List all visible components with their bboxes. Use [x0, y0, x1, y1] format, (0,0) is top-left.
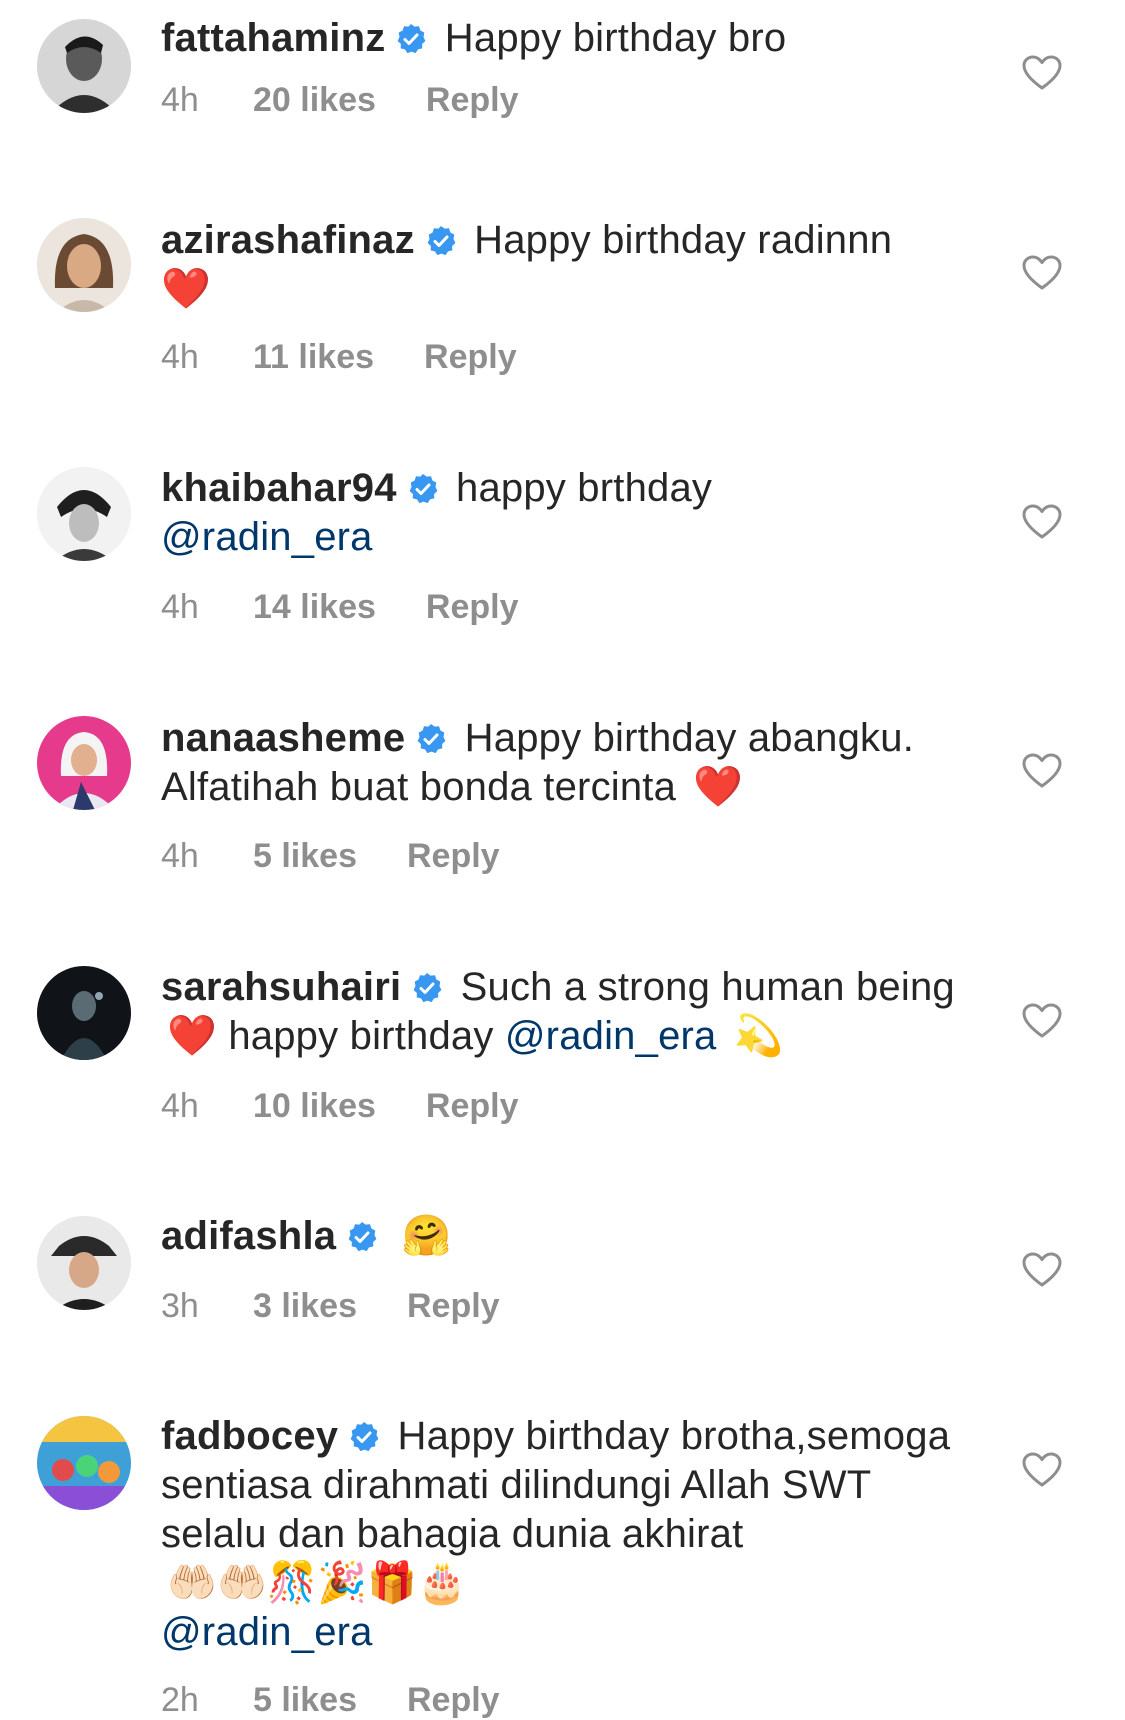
heart-outline-icon[interactable]: [1022, 1452, 1062, 1488]
avatar[interactable]: [37, 716, 131, 810]
heart-emoji: ❤️: [693, 765, 744, 809]
comment-text-continued: happy birthday: [228, 1014, 494, 1058]
reply-button[interactable]: Reply: [424, 337, 517, 377]
comment-likes[interactable]: 10 likes: [253, 1086, 376, 1126]
reply-button[interactable]: Reply: [407, 1680, 500, 1720]
comment-time: 2h: [161, 1681, 199, 1719]
comment-username[interactable]: adifashla: [161, 1214, 336, 1258]
avatar-image: [37, 19, 131, 113]
verified-badge-icon: [346, 1221, 378, 1253]
comment-username[interactable]: fattahaminz: [161, 16, 385, 60]
verified-badge-icon: [395, 23, 427, 55]
comment-time: 4h: [161, 1087, 199, 1125]
comments-list: fattahaminz Happy birthday bro 4h 20 like…: [0, 0, 1125, 1720]
avatar-image: [37, 966, 131, 1060]
reply-button[interactable]: Reply: [426, 587, 519, 627]
avatar[interactable]: [37, 1216, 131, 1310]
heart-outline-icon[interactable]: [1022, 255, 1062, 291]
heart-outline-icon[interactable]: [1022, 55, 1062, 91]
avatar[interactable]: [37, 218, 131, 312]
comment-likes[interactable]: 20 likes: [253, 80, 376, 120]
reply-button[interactable]: Reply: [426, 1086, 519, 1126]
reply-button[interactable]: Reply: [426, 80, 519, 120]
celebration-emojis: 🤲🏻🤲🏻🎊🎉🎁🎂: [167, 1561, 468, 1605]
comment-username[interactable]: nanaasheme: [161, 716, 405, 760]
mention-link[interactable]: @radin_era: [505, 1014, 717, 1058]
heart-outline-icon[interactable]: [1022, 504, 1062, 540]
dizzy-emoji: 💫: [733, 1014, 784, 1058]
avatar-image: [37, 1416, 131, 1510]
comment-likes[interactable]: 14 likes: [253, 587, 376, 627]
comment-likes[interactable]: 11 likes: [253, 337, 374, 377]
comment-likes[interactable]: 5 likes: [253, 1680, 357, 1720]
comment-username[interactable]: khaibahar94: [161, 466, 397, 510]
comment-time: 4h: [161, 338, 199, 376]
avatar-image: [37, 1216, 131, 1310]
avatar-image: [37, 467, 131, 561]
avatar-image: [37, 218, 131, 312]
heart-outline-icon[interactable]: [1022, 753, 1062, 789]
verified-badge-icon: [407, 473, 439, 505]
comment-text: Happy birthday radinnn: [474, 218, 893, 262]
heart-outline-icon[interactable]: [1022, 1252, 1062, 1288]
comment-likes[interactable]: 5 likes: [253, 836, 357, 876]
mention-link[interactable]: @radin_era: [161, 1610, 373, 1654]
comment-time: 4h: [161, 81, 199, 119]
reply-button[interactable]: Reply: [407, 836, 500, 876]
verified-badge-icon: [411, 972, 443, 1004]
avatar-image: [37, 716, 131, 810]
comment-time: 4h: [161, 837, 199, 875]
hugging-emoji: 🤗: [401, 1214, 452, 1258]
avatar[interactable]: [37, 467, 131, 561]
comment-text: happy brthday: [456, 466, 713, 510]
comment-text: Happy birthday bro: [444, 16, 787, 60]
reply-button[interactable]: Reply: [407, 1286, 500, 1326]
verified-badge-icon: [415, 723, 447, 755]
comment-time: 4h: [161, 588, 199, 626]
comment-likes[interactable]: 3 likes: [253, 1286, 357, 1326]
comment-time: 3h: [161, 1287, 199, 1325]
mention-link[interactable]: @radin_era: [161, 515, 373, 559]
heart-emoji: ❤️: [161, 267, 212, 311]
comment-username[interactable]: sarahsuhairi: [161, 965, 401, 1009]
avatar[interactable]: [37, 966, 131, 1060]
verified-badge-icon: [425, 225, 457, 257]
comment-username[interactable]: fadbocey: [161, 1414, 338, 1458]
comment-text: Such a strong human being: [460, 965, 955, 1009]
avatar[interactable]: [37, 1416, 131, 1510]
avatar[interactable]: [37, 19, 131, 113]
heart-outline-icon[interactable]: [1022, 1003, 1062, 1039]
heart-emoji: ❤️: [167, 1014, 218, 1058]
verified-badge-icon: [348, 1421, 380, 1453]
comment-username[interactable]: azirashafinaz: [161, 218, 415, 262]
